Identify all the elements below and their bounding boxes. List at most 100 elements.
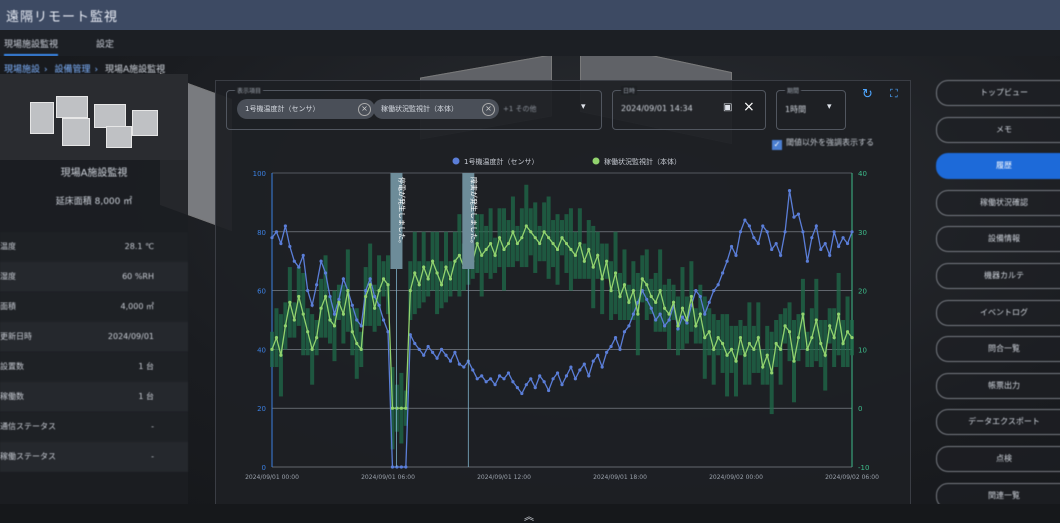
series-point-2 bbox=[721, 341, 725, 346]
series-point-1 bbox=[529, 377, 533, 381]
annotation-label: 停電が発生しました。 bbox=[397, 177, 406, 247]
series-point-1 bbox=[814, 224, 818, 228]
x-tick-label: 2024/09/02 06:00 bbox=[825, 474, 879, 481]
tab-settings[interactable]: 設定 bbox=[96, 37, 114, 50]
expand-up-icon[interactable]: ︽ bbox=[524, 508, 534, 523]
series-point-2 bbox=[645, 283, 649, 287]
series-point-2 bbox=[707, 330, 711, 334]
y-tick-label-right: 20 bbox=[858, 288, 867, 296]
action-button[interactable]: 帳票出力 bbox=[936, 372, 1060, 399]
checkbox-checked-icon[interactable]: ✓ bbox=[772, 140, 782, 150]
series-point-1 bbox=[801, 230, 805, 234]
series-point-2 bbox=[368, 283, 372, 287]
series-point-1 bbox=[703, 312, 707, 316]
annotation-label: 障害が発生しました。 bbox=[469, 177, 478, 247]
series-point-2 bbox=[819, 341, 823, 346]
series-point-1 bbox=[404, 465, 408, 469]
series-point-1 bbox=[747, 224, 751, 228]
series-point-2 bbox=[734, 359, 738, 363]
fullscreen-icon[interactable]: ⛶ bbox=[890, 87, 898, 101]
series-point-2 bbox=[712, 347, 716, 351]
y-tick-label-left: 80 bbox=[257, 229, 266, 237]
series-point-2 bbox=[444, 265, 448, 269]
series-point-2 bbox=[783, 324, 787, 328]
series-point-1 bbox=[377, 303, 381, 307]
series-point-1 bbox=[631, 312, 635, 316]
series-point-1 bbox=[350, 303, 354, 307]
action-button[interactable]: メモ bbox=[936, 116, 1060, 143]
series-point-1 bbox=[560, 383, 564, 387]
series-point-2 bbox=[350, 330, 354, 334]
series-point-2 bbox=[489, 241, 493, 246]
property-value: 1 台 bbox=[138, 392, 154, 401]
series-point-1 bbox=[533, 386, 537, 390]
series-point-1 bbox=[547, 388, 551, 393]
history-line-chart[interactable]: 0 20 40 60 80 100 -10 0 10 20 30 40 2024/09/01 00:00… bbox=[216, 151, 908, 491]
series-point-2 bbox=[515, 241, 519, 246]
series-point-2 bbox=[631, 289, 635, 293]
series-point-1 bbox=[716, 283, 720, 287]
series-point-2 bbox=[422, 265, 426, 269]
series-point-1 bbox=[756, 241, 760, 246]
series-point-2 bbox=[395, 406, 399, 410]
series-point-1 bbox=[600, 365, 604, 369]
tab-bar: 現場施設監視 設定 bbox=[0, 30, 1060, 56]
action-button[interactable]: データエクスポート bbox=[936, 409, 1060, 436]
series-point-1 bbox=[551, 377, 555, 381]
series-chip[interactable]: 1号機温度計（センサ） × bbox=[237, 99, 375, 119]
action-button[interactable]: 問合一覧 bbox=[936, 336, 1060, 363]
series-point-1 bbox=[279, 241, 283, 246]
series-point-2 bbox=[408, 289, 412, 293]
series-point-2 bbox=[685, 318, 689, 322]
clear-icon[interactable]: × bbox=[743, 99, 755, 115]
series-point-1 bbox=[413, 341, 417, 346]
action-button[interactable]: 点検 bbox=[936, 446, 1060, 472]
series-point-2 bbox=[787, 330, 792, 334]
series-point-1 bbox=[770, 247, 774, 252]
series-point-1 bbox=[841, 236, 845, 240]
refresh-icon[interactable]: ↻ bbox=[862, 87, 873, 102]
series-point-2 bbox=[480, 253, 484, 257]
series-point-1 bbox=[694, 289, 698, 293]
series-point-1 bbox=[796, 212, 801, 216]
action-button[interactable]: 履歴 bbox=[936, 153, 1060, 180]
action-button[interactable]: イベントログ bbox=[936, 299, 1060, 326]
series-point-2 bbox=[850, 336, 854, 340]
date-picker[interactable]: 日時 2024/09/01 14:34 ▣ × bbox=[612, 86, 766, 130]
date-picker-label: 日時 bbox=[621, 86, 638, 95]
range-select[interactable]: 期間 1時間 ▾ bbox=[776, 86, 846, 130]
action-button[interactable]: 機器カルテ bbox=[936, 263, 1060, 289]
series-select[interactable]: 表示項目 1号機温度計（センサ） × 稼働状況監視計（本体） × +1 その他 … bbox=[226, 86, 602, 130]
series-point-2 bbox=[399, 406, 403, 410]
series-point-2 bbox=[341, 312, 345, 316]
calendar-icon[interactable]: ▣ bbox=[723, 102, 732, 113]
action-button[interactable]: 稼働状況確認 bbox=[936, 189, 1060, 216]
series-point-2 bbox=[417, 283, 421, 287]
action-button[interactable]: 設備情報 bbox=[936, 226, 1060, 253]
series-point-1 bbox=[395, 465, 399, 469]
action-button[interactable]: トップビュー bbox=[936, 80, 1060, 106]
series-point-1 bbox=[368, 277, 372, 281]
series-point-2 bbox=[703, 336, 707, 340]
chip-remove-icon[interactable]: × bbox=[358, 103, 371, 116]
property-value: 28.1 ℃ bbox=[124, 242, 154, 251]
highlight-checkbox[interactable]: ✓ 閾値以外を強調表示する bbox=[772, 137, 874, 150]
series-point-2 bbox=[364, 294, 368, 299]
chevron-down-icon[interactable]: ▾ bbox=[581, 102, 586, 112]
series-point-1 bbox=[538, 374, 542, 378]
series-chip[interactable]: 稼働状況監視計（本体） × bbox=[373, 99, 499, 119]
series-point-1 bbox=[805, 259, 809, 263]
series-point-2 bbox=[497, 236, 502, 240]
tab-site-monitor[interactable]: 現場施設監視 bbox=[4, 37, 59, 56]
range-value: 1時間 bbox=[785, 105, 807, 114]
chevron-down-icon[interactable]: ▾ bbox=[827, 102, 832, 112]
series-point-2 bbox=[524, 224, 528, 228]
series-point-2 bbox=[716, 336, 720, 340]
series-point-1 bbox=[297, 265, 301, 269]
series-point-2 bbox=[814, 318, 818, 322]
series-point-2 bbox=[386, 283, 390, 287]
series-more: +1 その他 bbox=[503, 105, 537, 113]
property-value: 4,000 ㎡ bbox=[120, 302, 154, 311]
property-value: 60 %RH bbox=[122, 272, 154, 281]
chip-remove-icon[interactable]: × bbox=[482, 103, 495, 116]
